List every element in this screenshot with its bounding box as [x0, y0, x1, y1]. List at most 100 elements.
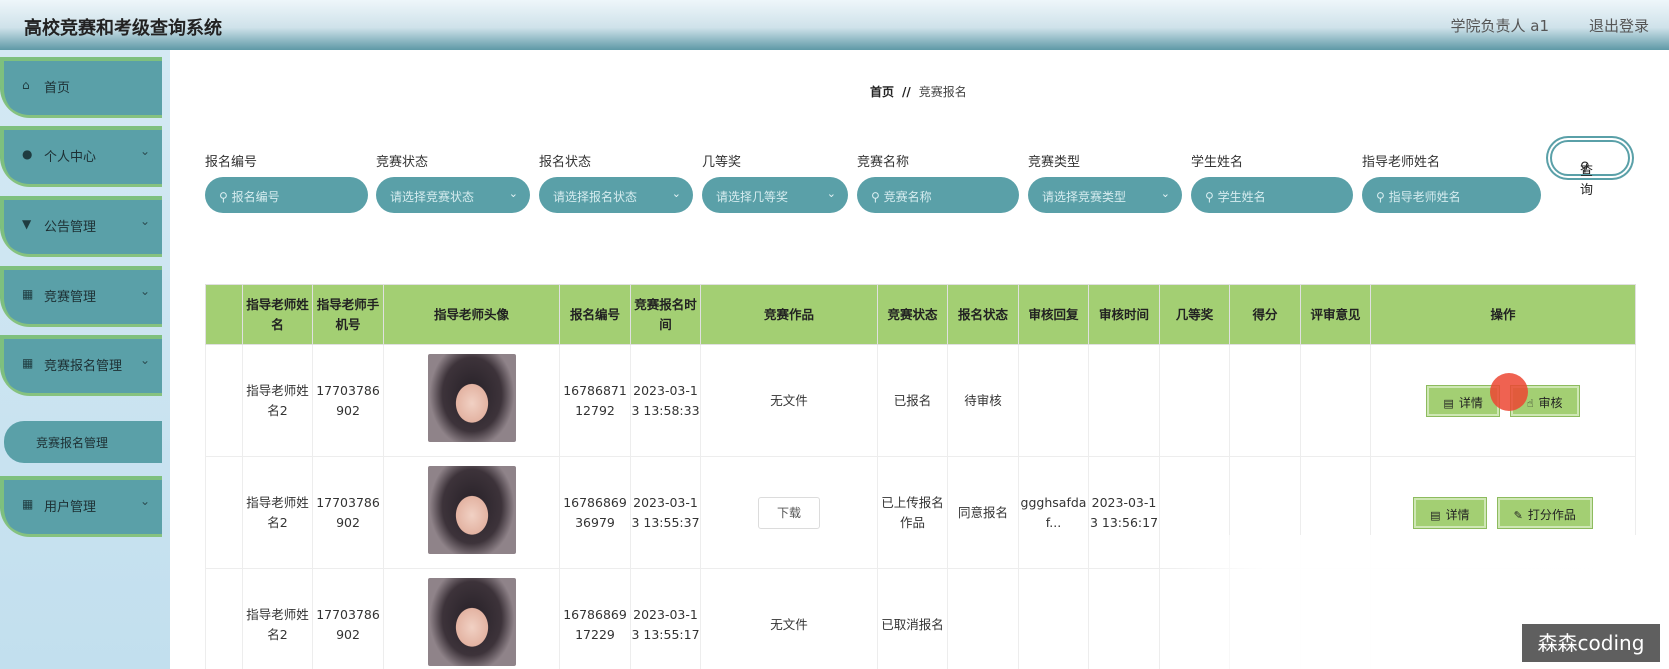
reg-status-select[interactable]: 请选择报名状态 ⌄ — [539, 177, 693, 213]
chevron-down-icon: ⌄ — [139, 284, 150, 298]
header-opinion: 评审意见 — [1300, 284, 1371, 345]
filter-label-teacher-name: 指导老师姓名 — [1362, 155, 1441, 170]
work-cell: 无文件 — [700, 344, 878, 457]
detail-button-label: 详情 — [1458, 395, 1483, 410]
sidebar-item-personal-center[interactable]: ● 个人中心 ⌄ — [0, 126, 162, 184]
reg-status-placeholder: 请选择报名状态 — [553, 190, 638, 204]
header-select — [205, 284, 243, 345]
teacher-phone-cell: 17703786902 — [312, 456, 384, 569]
reg-status-cell: 同意报名 — [947, 456, 1019, 569]
top-header: 高校竞赛和考级查询系统 学院负责人 a1 退出登录 — [0, 0, 1669, 50]
search-icon: ⚲ — [219, 190, 232, 204]
query-button[interactable]: 查询 ⚲ — [1550, 140, 1630, 198]
reg-no-placeholder: 报名编号 — [231, 190, 280, 204]
work-cell: 无文件 — [700, 568, 878, 669]
header-teacher-name: 指导老师姓名 — [242, 284, 313, 345]
student-name-placeholder: 学生姓名 — [1217, 190, 1266, 204]
pin-icon: ▼ — [22, 217, 32, 231]
teacher-name-placeholder: 指导老师姓名 — [1388, 190, 1461, 204]
score-cell — [1229, 344, 1301, 457]
comp-name-placeholder: 竞赛名称 — [883, 190, 932, 204]
teacher-avatar-image — [427, 577, 516, 666]
chevron-down-icon: ⌄ — [1160, 187, 1170, 200]
header-reply: 审核回复 — [1018, 284, 1089, 345]
reg-no-input[interactable]: ⚲ 报名编号 — [205, 177, 368, 213]
search-icon: ⚲ — [1580, 160, 1590, 175]
teacher-name-input[interactable]: ⚲ 指导老师姓名 — [1362, 177, 1541, 213]
header-prize: 几等奖 — [1159, 284, 1230, 345]
header-actions: 操作 — [1370, 284, 1636, 345]
grid-icon: ▦ — [22, 356, 34, 370]
detail-button[interactable]: ▤ 详情 — [1427, 385, 1499, 416]
teacher-avatar-cell — [383, 344, 560, 457]
chevron-down-icon: ⌄ — [671, 187, 681, 200]
student-name-input[interactable]: ⚲ 学生姓名 — [1191, 177, 1353, 213]
comp-type-placeholder: 请选择竞赛类型 — [1042, 190, 1127, 204]
review-button-label: 审核 — [1538, 395, 1563, 410]
filter-label-reg-status: 报名状态 — [539, 155, 592, 170]
teacher-avatar-image — [427, 353, 516, 442]
breadcrumb: 首页 // 竞赛报名 — [870, 83, 967, 100]
pencil-icon: ✎ — [1513, 508, 1523, 522]
header-teacher-phone: 指导老师手机号 — [312, 284, 384, 345]
header-reg-no: 报名编号 — [559, 284, 631, 345]
header-score: 得分 — [1229, 284, 1301, 345]
home-icon: ⌂ — [22, 78, 30, 92]
reg-time-cell: 2023-03-13 13:58:33 — [630, 344, 701, 457]
sidebar-item-label: 竞赛报名管理 — [44, 359, 123, 374]
comp-status-cell: 已上传报名作品 — [877, 456, 948, 569]
review-time-cell — [1088, 344, 1160, 457]
detail-button[interactable]: ▤ 详情 — [1414, 497, 1486, 528]
filter-label-prize: 几等奖 — [702, 155, 742, 170]
chevron-down-icon: ⌄ — [139, 494, 150, 508]
grid-icon: ▦ — [22, 497, 34, 511]
comp-type-select[interactable]: 请选择竞赛类型 ⌄ — [1028, 177, 1182, 213]
chevron-down-icon: ⌄ — [139, 353, 150, 367]
logout-link[interactable]: 退出登录 — [1589, 15, 1649, 36]
sidebar-item-registrations[interactable]: ▦ 竞赛报名管理 ⌄ — [0, 335, 162, 393]
reg-no-cell: 1678687112792 — [559, 344, 631, 457]
watermark: 森森coding — [1522, 624, 1660, 662]
sidebar-item-label: 个人中心 — [44, 150, 97, 165]
grid-icon: ▦ — [22, 287, 34, 301]
sidebar-subitem-registration-management[interactable]: 竞赛报名管理 — [4, 421, 162, 463]
header-reg-status: 报名状态 — [947, 284, 1019, 345]
teacher-name-cell: 指导老师姓名2 — [242, 344, 313, 457]
reg-time-cell: 2023-03-13 13:55:37 — [630, 456, 701, 569]
comp-status-select[interactable]: 请选择竞赛状态 ⌄ — [376, 177, 530, 213]
work-cell: 下载 — [700, 456, 878, 569]
filter-label-student-name: 学生姓名 — [1191, 155, 1244, 170]
header-reg-time: 竞赛报名时间 — [630, 284, 701, 345]
breadcrumb-separator: // — [902, 85, 911, 99]
comp-name-input[interactable]: ⚲ 竞赛名称 — [857, 177, 1019, 213]
prize-placeholder: 请选择几等奖 — [716, 190, 789, 204]
document-icon: ▤ — [1430, 508, 1441, 522]
breadcrumb-home[interactable]: 首页 — [870, 85, 894, 99]
row-select-cell — [205, 568, 243, 669]
sidebar-item-announcements[interactable]: ▼ 公告管理 ⌄ — [0, 196, 162, 254]
header-comp-status: 竞赛状态 — [877, 284, 948, 345]
chevron-down-icon: ⌄ — [139, 214, 150, 228]
filter-label-comp-status: 竞赛状态 — [376, 155, 429, 170]
prize-select[interactable]: 请选择几等奖 ⌄ — [702, 177, 848, 213]
reg-no-cell: 1678686936979 — [559, 456, 631, 569]
teacher-avatar-cell — [383, 456, 560, 569]
score-work-button[interactable]: ✎ 打分作品 — [1497, 497, 1592, 528]
document-icon: ▤ — [1443, 396, 1454, 410]
sidebar-item-label: 竞赛管理 — [44, 290, 97, 305]
search-icon: ⚲ — [871, 190, 884, 204]
teacher-phone-cell: 17703786902 — [312, 344, 384, 457]
download-button[interactable]: 下载 — [758, 496, 820, 529]
comp-status-cell: 已报名 — [877, 344, 948, 457]
sidebar-item-users[interactable]: ▦ 用户管理 ⌄ — [0, 476, 162, 534]
review-time-cell — [1088, 568, 1160, 669]
sidebar-item-label: 用户管理 — [44, 500, 97, 515]
sidebar-item-competitions[interactable]: ▦ 竞赛管理 ⌄ — [0, 266, 162, 324]
reg-status-cell: 待审核 — [947, 344, 1019, 457]
filter-label-comp-type: 竞赛类型 — [1028, 155, 1081, 170]
teacher-name-cell: 指导老师姓名2 — [242, 568, 313, 669]
sidebar-item-home[interactable]: ⌂ 首页 — [0, 57, 162, 115]
reg-status-cell — [947, 568, 1019, 669]
search-icon: ⚲ — [1376, 190, 1389, 204]
detail-button-label: 详情 — [1445, 507, 1470, 522]
